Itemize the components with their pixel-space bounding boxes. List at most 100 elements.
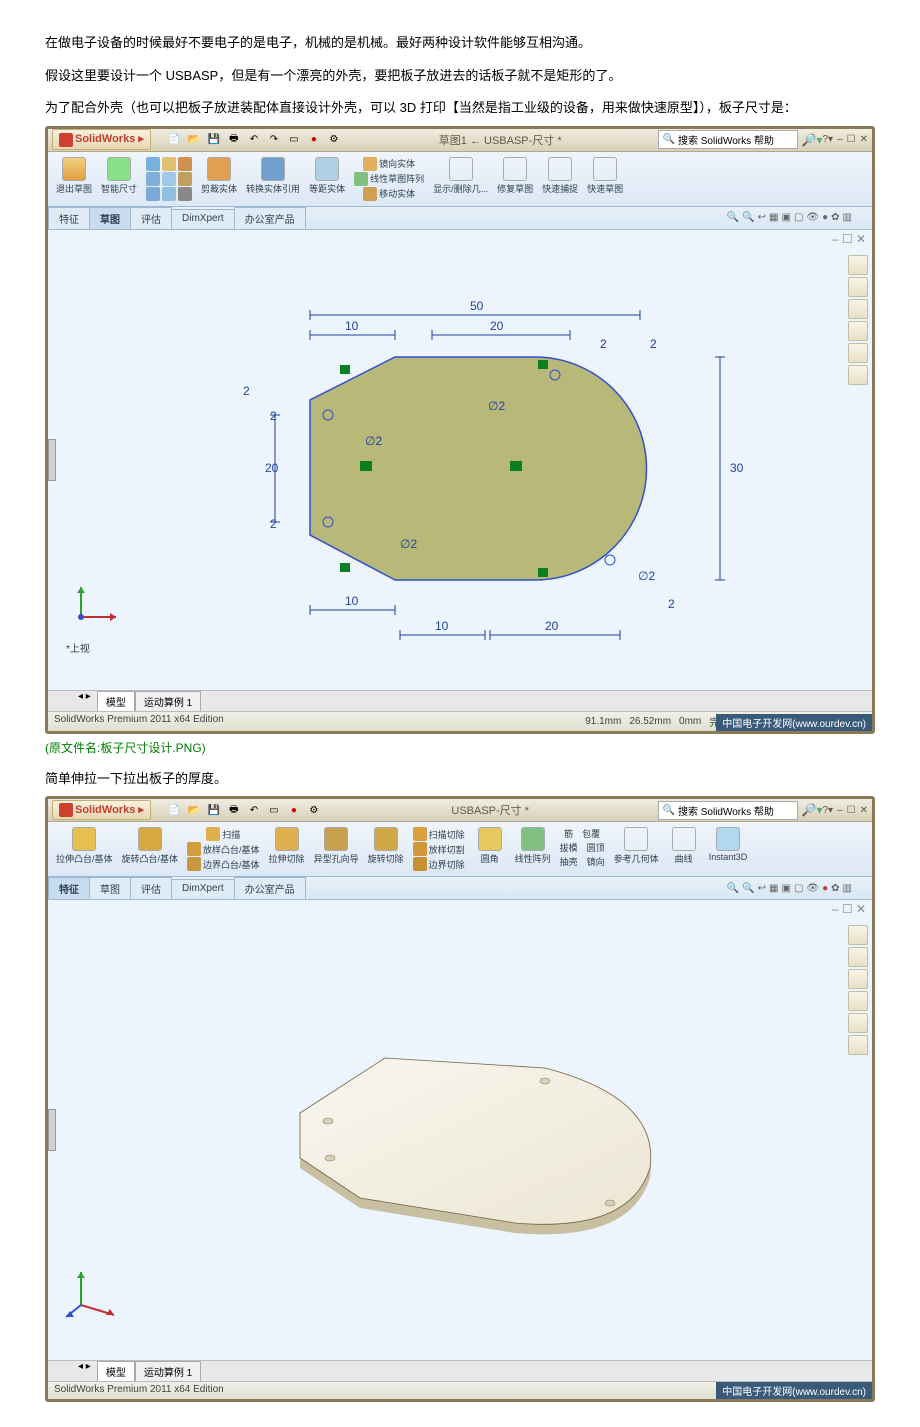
boundary-cut-button[interactable]: 边界切除 (413, 857, 465, 871)
fillet-button[interactable]: 圆角 (470, 825, 510, 873)
exit-sketch-button[interactable]: 退出草图 (52, 155, 96, 203)
instant3d-button[interactable]: Instant3D (705, 825, 752, 873)
ref-geometry-button[interactable]: 参考几何体 (610, 825, 663, 873)
open-icon[interactable]: 📂 (185, 132, 203, 148)
zoom-area-icon[interactable]: 🔍 (742, 212, 754, 223)
tab-dimxpert[interactable]: DimXpert (171, 209, 235, 227)
tab-model[interactable]: 模型 (97, 691, 135, 711)
sweep-button[interactable]: 扫描 (206, 827, 240, 841)
options-icon[interactable]: ⚙ (305, 802, 323, 818)
curves-button[interactable]: 曲线 (664, 825, 704, 873)
undo-icon[interactable]: ↶ (245, 802, 263, 818)
boundary-boss-button[interactable]: 边界凸台/基体 (187, 857, 260, 871)
display-style-icon[interactable]: ▢ (794, 212, 803, 223)
search-input[interactable]: 🔍搜索 SolidWorks 帮助 (658, 801, 798, 820)
dome-button[interactable]: 圆顶 (587, 841, 605, 854)
minimize-icon[interactable]: – (837, 805, 843, 816)
tab-sketch[interactable]: 草图 (89, 207, 131, 229)
resources-tab-icon[interactable] (848, 255, 868, 275)
appearances-tab-icon[interactable] (848, 1013, 868, 1033)
tab-dimxpert[interactable]: DimXpert (171, 879, 235, 897)
poly-icon[interactable] (162, 172, 176, 186)
tab-model[interactable]: 模型 (97, 1361, 135, 1381)
arc-icon[interactable] (178, 157, 192, 171)
close-icon[interactable]: ✕ (860, 805, 868, 816)
search-input[interactable]: 🔍搜索 SolidWorks 帮助 (658, 130, 798, 149)
graphics-viewport[interactable]: – ☐ ✕ (48, 230, 872, 690)
line-icon[interactable] (146, 157, 160, 171)
tab-evaluate[interactable]: 评估 (130, 877, 172, 899)
app-logo[interactable]: SolidWorks ▸ (52, 129, 151, 149)
ellipse-icon[interactable] (146, 187, 160, 201)
design-lib-tab-icon[interactable] (848, 277, 868, 297)
file-explorer-tab-icon[interactable] (848, 299, 868, 319)
apply-scene-icon[interactable]: ✿ (831, 883, 839, 894)
section-icon[interactable]: ▦ (769, 883, 778, 894)
help-icon[interactable]: ?▾ (822, 134, 833, 145)
view-orient-icon[interactable]: ▣ (782, 883, 791, 894)
extrude-cut-button[interactable]: 拉伸切除 (265, 825, 309, 873)
repair-button[interactable]: 修复草图 (493, 155, 537, 203)
draft-button[interactable]: 拔模 (560, 841, 578, 854)
tab-motion-study[interactable]: 运动算例 1 (135, 1361, 201, 1381)
view-orient-icon[interactable]: ▣ (782, 212, 791, 223)
section-icon[interactable]: ▦ (769, 212, 778, 223)
smart-dimension-button[interactable]: 智能尺寸 (97, 155, 141, 203)
options-icon[interactable]: ⚙ (325, 132, 343, 148)
tab-sketch[interactable]: 草图 (89, 877, 131, 899)
rib-button[interactable]: 筋 (564, 827, 573, 840)
rebuild-icon[interactable]: ● (305, 132, 323, 148)
app-logo[interactable]: SolidWorks ▸ (52, 800, 151, 820)
close-icon[interactable]: ✕ (860, 134, 868, 145)
convert-button[interactable]: 转换实体引用 (242, 155, 304, 203)
resources-tab-icon[interactable] (848, 925, 868, 945)
move-button[interactable]: 移动实体 (363, 187, 415, 201)
child-window-controls[interactable]: – ☐ ✕ (832, 232, 866, 246)
rapid-sketch-button[interactable]: 快速草图 (583, 155, 627, 203)
loft-boss-button[interactable]: 放样凸台/基体 (187, 842, 260, 856)
tab-evaluate[interactable]: 评估 (130, 207, 172, 229)
feature-tree-flyout-handle[interactable] (48, 439, 56, 481)
feature-tree-flyout-handle[interactable] (48, 1109, 56, 1151)
spline-icon[interactable] (178, 172, 192, 186)
custom-props-tab-icon[interactable] (848, 1035, 868, 1055)
redo-icon[interactable]: ↷ (265, 132, 283, 148)
view-palette-tab-icon[interactable] (848, 321, 868, 341)
child-window-controls[interactable]: – ☐ ✕ (832, 902, 866, 916)
point-icon[interactable] (178, 187, 192, 201)
loft-cut-button[interactable]: 放样切割 (413, 842, 465, 856)
display-delete-button[interactable]: 显示/删除几... (429, 155, 492, 203)
tab-office[interactable]: 办公室产品 (234, 877, 306, 899)
save-icon[interactable]: 💾 (205, 802, 223, 818)
display-style-icon[interactable]: ▢ (794, 883, 803, 894)
prev-view-icon[interactable]: ↩ (758, 883, 766, 894)
tab-nav-icon[interactable]: ◂ ▸ (78, 691, 91, 711)
view-palette-tab-icon[interactable] (848, 991, 868, 1011)
trim-button[interactable]: 剪裁实体 (197, 155, 241, 203)
extrude-boss-button[interactable]: 拉伸凸台/基体 (52, 825, 117, 873)
revolve-cut-button[interactable]: 旋转切除 (364, 825, 408, 873)
print-icon[interactable]: 🖶 (225, 802, 243, 818)
linear-pattern-button[interactable]: 线性草图阵列 (354, 172, 424, 186)
circle-icon[interactable] (162, 157, 176, 171)
scene-icon[interactable]: ● (822, 883, 828, 894)
hide-show-icon[interactable]: 👁 (806, 212, 819, 223)
rect-icon[interactable] (146, 172, 160, 186)
mirror-button[interactable]: 镜向实体 (363, 157, 415, 171)
linear-pattern-button[interactable]: 线性阵列 (511, 825, 555, 873)
maximize-icon[interactable]: ☐ (847, 134, 856, 145)
search-go-icon[interactable]: 🔎▾ (802, 803, 823, 817)
save-icon[interactable]: 💾 (205, 132, 223, 148)
undo-icon[interactable]: ↶ (245, 132, 263, 148)
design-lib-tab-icon[interactable] (848, 947, 868, 967)
graphics-viewport[interactable]: – ☐ ✕ (48, 900, 872, 1360)
open-icon[interactable]: 📂 (185, 802, 203, 818)
select-icon[interactable]: ▭ (285, 132, 303, 148)
tab-nav-icon[interactable]: ◂ ▸ (78, 1361, 91, 1381)
slot-icon[interactable] (162, 187, 176, 201)
tab-office[interactable]: 办公室产品 (234, 207, 306, 229)
new-icon[interactable]: 📄 (165, 802, 183, 818)
tab-feature[interactable]: 特征 (48, 877, 90, 899)
apply-scene-icon[interactable]: ✿ (831, 212, 839, 223)
tab-motion-study[interactable]: 运动算例 1 (135, 691, 201, 711)
